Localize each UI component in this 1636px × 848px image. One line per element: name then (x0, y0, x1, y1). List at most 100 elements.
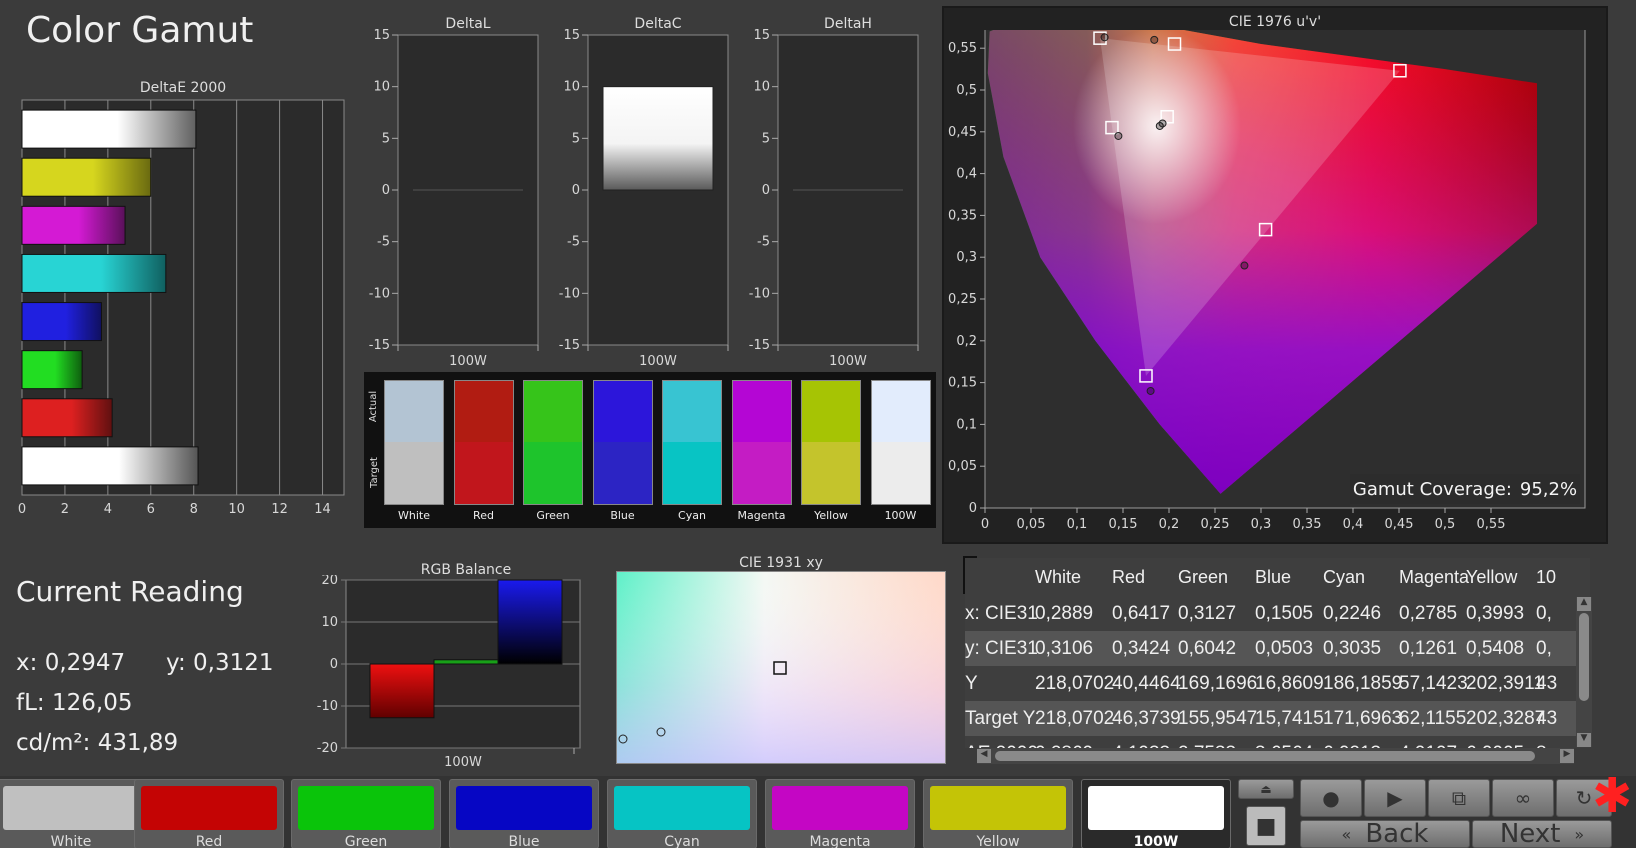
double-chevron-left-icon: « (1341, 824, 1352, 844)
color-button-blue[interactable]: Blue (449, 779, 599, 848)
swatch-target-blue (592, 442, 653, 505)
deltae-tick-label: 14 (314, 502, 331, 517)
delta-tick-label: -15 (749, 338, 770, 353)
table-header-cell[interactable]: White (1035, 567, 1112, 588)
delta-tick-label: 0 (572, 183, 580, 198)
delta-tick-label: -10 (749, 286, 770, 301)
table-cell: 0,2889 (1035, 602, 1094, 624)
table-header-cell[interactable]: 10 (1536, 567, 1566, 588)
cie-ytick-label: 0,25 (948, 292, 977, 307)
deltae-tick-label: 12 (271, 502, 288, 517)
table-hscroll[interactable]: ◀ ▶ (977, 748, 1574, 764)
delta-tick-label: 0 (762, 183, 770, 198)
cie-xtick-label: 0,15 (1109, 517, 1138, 532)
table-row: Target Y 218,0702 46,3739 155,9547 15,7415 17… (965, 701, 1590, 736)
cie1931-zoom (616, 571, 946, 764)
deltae-tick-label: 4 (104, 502, 112, 517)
cie1976-diagram: 0 0,05 0,1 0,15 0,2 0,25 0,3 0,35 0,4 0,45 0,5 0,55… (948, 30, 1586, 532)
color-button-fill (141, 786, 277, 830)
color-button-fill (1088, 786, 1224, 830)
table-cell: 218,0702 (1035, 672, 1115, 694)
measured-point (1100, 33, 1109, 42)
swatch-actual-cyan (662, 380, 722, 442)
table-cell: 15,7415 (1255, 707, 1324, 729)
deltae-bar-yellow (21, 157, 152, 197)
measured-point (1158, 119, 1167, 128)
deltae-chart: 0 2 4 6 8 10 12 14 (18, 99, 345, 517)
table-header-cell[interactable]: Yellow (1466, 567, 1536, 588)
table-header-cell[interactable]: Magenta (1399, 567, 1469, 588)
swatch-label-cyan: Cyan (678, 509, 706, 522)
play-icon: ▶ (1387, 786, 1403, 810)
color-button-red[interactable]: Red (134, 779, 284, 848)
table-cell: 0,6417 (1112, 602, 1171, 624)
reading-fl-label: fL: (16, 690, 45, 716)
deltae-title: DeltaE 2000 (139, 80, 227, 96)
color-button-label: Green (344, 834, 388, 848)
scroll-down-icon[interactable]: ▼ (1577, 733, 1591, 747)
cie-xtick-label: 0,55 (1477, 517, 1506, 532)
vscroll-thumb[interactable] (1579, 613, 1589, 701)
reading-y: y: 0,3121 (166, 650, 273, 676)
play-button[interactable]: ▶ (1364, 779, 1426, 817)
swatch-target-white (384, 442, 444, 505)
rgb-tick-label: 0 (330, 657, 338, 672)
cie-ytick-label: 0,15 (948, 376, 977, 391)
delta-xlabel: 100W (639, 354, 677, 365)
delta-tick-label: 15 (373, 28, 390, 43)
table-cell: 43 (1536, 707, 1558, 729)
swatch-actual-blue (592, 380, 653, 442)
color-button-magenta[interactable]: Magenta (765, 779, 915, 848)
cie-xtick-label: 0,25 (1201, 517, 1230, 532)
cie-xtick-label: 0,35 (1293, 517, 1322, 532)
table-header-cell[interactable]: Green (1178, 567, 1255, 588)
measured-point (1240, 261, 1249, 270)
deltae-bar-cyan (21, 253, 167, 293)
next-button[interactable]: Next » (1472, 819, 1612, 848)
table-header-cell[interactable]: Cyan (1323, 567, 1399, 588)
table-cell: 40,4464 (1112, 672, 1181, 694)
color-button-fill (298, 786, 434, 830)
delta-bar-deltac (602, 86, 714, 191)
back-button[interactable]: « Back (1300, 819, 1470, 848)
delta-tick-label: 10 (373, 80, 390, 95)
stop-button[interactable]: ● (1300, 779, 1362, 817)
scroll-left-icon[interactable]: ◀ (977, 749, 991, 763)
color-button-100w[interactable]: 100W (1081, 779, 1231, 848)
table-cell: 0,6042 (1178, 637, 1237, 659)
hold-button[interactable]: ⧉ (1428, 779, 1490, 817)
reading-x-value: 0,2947 (44, 650, 126, 676)
cie-ytick-label: 0,55 (948, 41, 977, 56)
deltae-bar-magenta (21, 205, 126, 245)
swatch-actual-yellow (801, 380, 861, 442)
color-button-label: Magenta (809, 834, 871, 848)
scroll-up-icon[interactable]: ▲ (1577, 597, 1591, 611)
color-button-yellow[interactable]: Yellow (923, 779, 1073, 848)
color-button-white[interactable]: White (0, 779, 146, 848)
cie-ytick-label: 0,45 (948, 125, 977, 140)
table-vscroll[interactable]: ▲ ▼ (1576, 597, 1592, 747)
scroll-right-icon[interactable]: ▶ (1560, 749, 1574, 763)
gamut-coverage-label: Gamut Coverage: (1352, 478, 1512, 500)
delta-tick-label: 5 (382, 131, 390, 146)
swatch-label-yellow: Yellow (814, 509, 848, 522)
deltae-bar-white (21, 109, 197, 149)
asterisk-icon[interactable]: ✱ (1592, 772, 1632, 820)
color-button-cyan[interactable]: Cyan (607, 779, 757, 848)
continuous-button[interactable]: ∞ (1492, 779, 1554, 817)
table-header-cell[interactable]: Red (1112, 567, 1178, 588)
next-label: Next (1499, 819, 1561, 848)
color-button-fill (456, 786, 592, 830)
reading-cd-value: 431,89 (97, 730, 179, 756)
swatch-target-magenta (731, 442, 792, 505)
hscroll-thumb[interactable] (995, 751, 1535, 761)
table-cell: 0,3127 (1178, 602, 1237, 624)
stop-measure-button[interactable]: ■ (1246, 806, 1286, 846)
delta-tick-label: -10 (559, 286, 580, 301)
rgb-bar-green (433, 659, 499, 665)
table-header-cell[interactable]: Blue (1255, 567, 1323, 588)
table-row-label: y: CIE31 (965, 637, 1038, 659)
collapse-up-button[interactable]: ⏏ (1238, 779, 1294, 799)
color-button-green[interactable]: Green (291, 779, 441, 848)
cie1976-title: CIE 1976 u'v' (1228, 14, 1322, 30)
